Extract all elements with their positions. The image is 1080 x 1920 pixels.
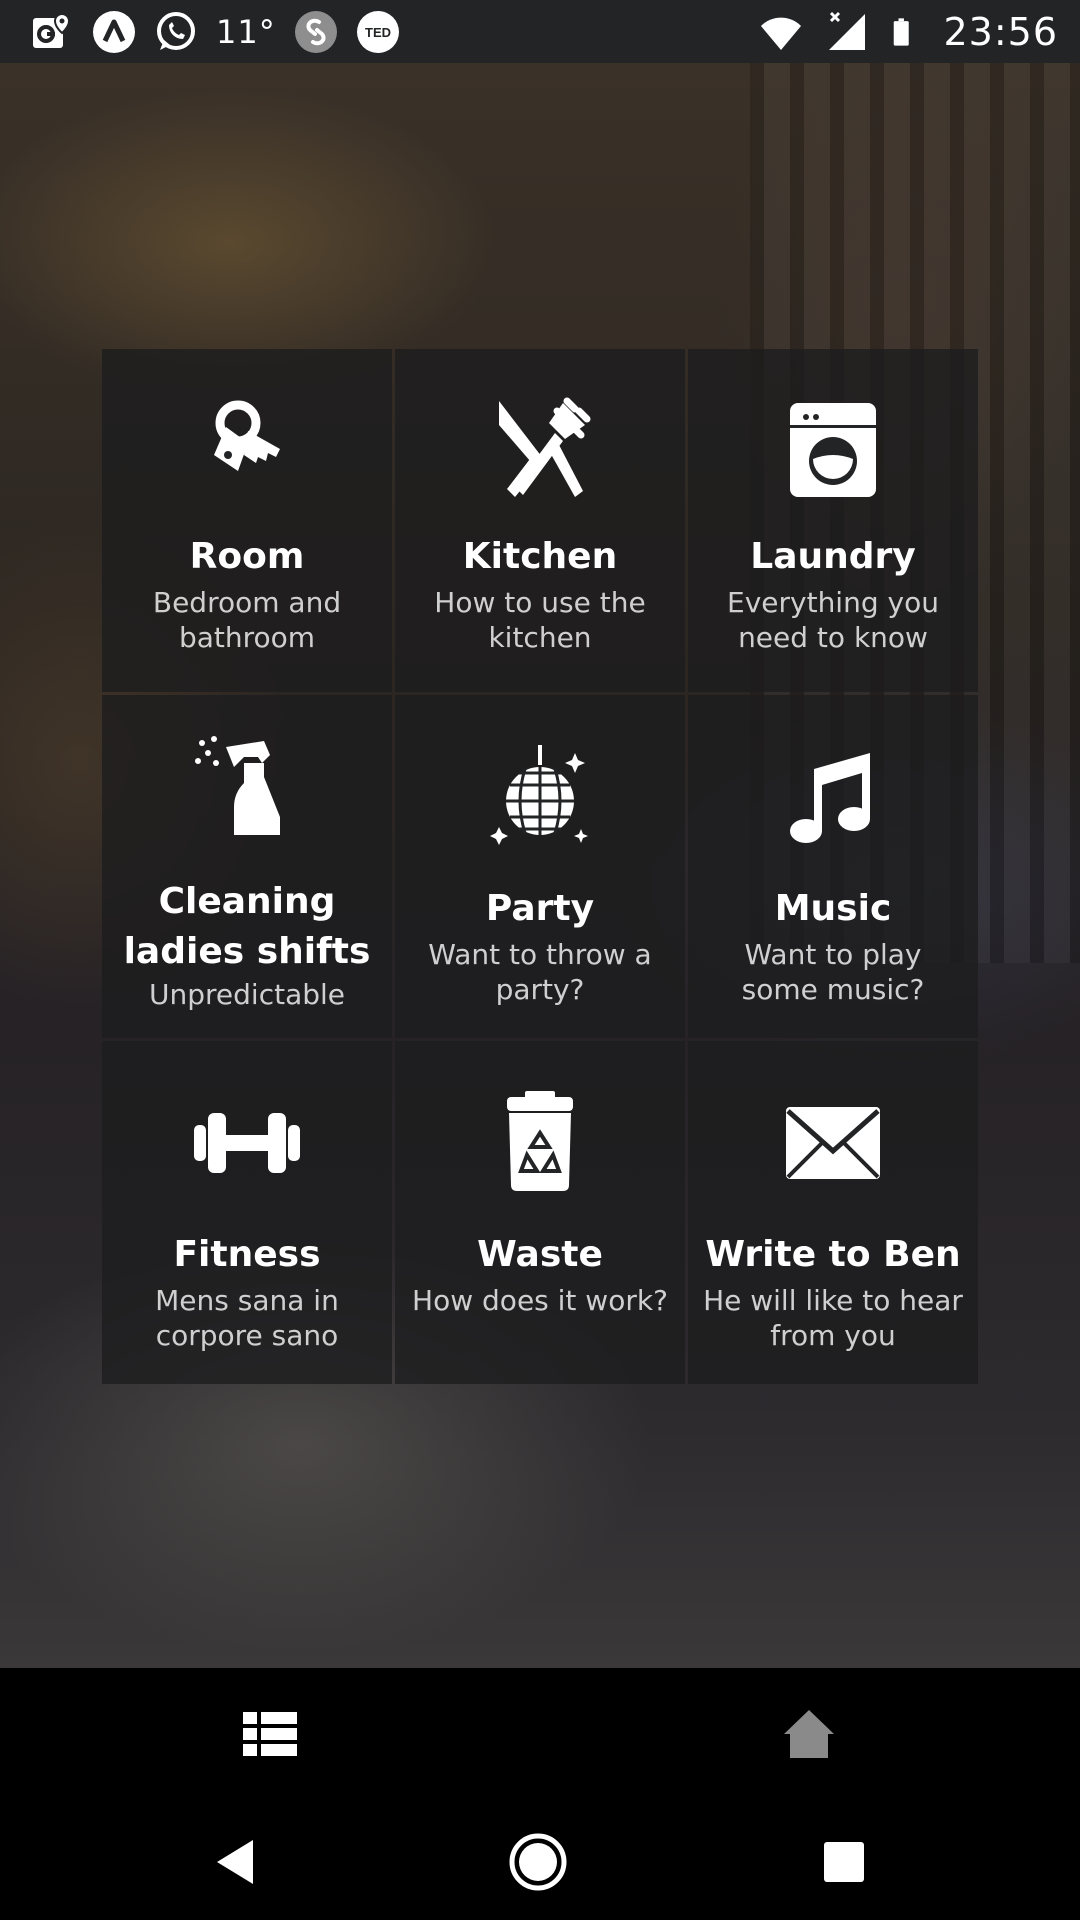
tile-cleaning[interactable]: Cleaning ladies shifts Unpredictable: [102, 695, 392, 1038]
tile-subtitle: He will like to hear from you: [703, 1284, 963, 1352]
ted-icon: TED: [356, 10, 399, 53]
recents-icon[interactable]: [812, 1830, 876, 1894]
washing-machine-icon: [790, 403, 876, 497]
topic-grid: Room Bedroom and bathroom Kitchen How to…: [102, 349, 978, 1384]
status-right: 23:56: [759, 9, 1058, 54]
disco-ball-icon: [490, 745, 588, 845]
wifi-icon: [761, 17, 802, 50]
tile-music[interactable]: Music Want to play some music?: [688, 695, 978, 1038]
temperature-label: 11°: [216, 12, 276, 51]
shazam-icon: [294, 10, 337, 53]
tile-title: Party: [485, 888, 595, 929]
music-note-icon: [790, 753, 870, 843]
tile-title: Write to Ben: [705, 1234, 961, 1275]
envelope-icon: [786, 1107, 880, 1179]
tile-kitchen[interactable]: Kitchen How to use the kitchen: [395, 349, 685, 692]
tile-subtitle: Everything you need to know: [727, 586, 939, 654]
dumbbell-icon: [194, 1113, 300, 1173]
clock: 23:56: [943, 9, 1058, 54]
ted-label: TED: [365, 25, 391, 40]
recycle-bin-icon: [507, 1091, 573, 1191]
home-circle-icon[interactable]: [506, 1830, 570, 1894]
screen: 11° TED 23:56 Room Bedroom and bathroom …: [0, 0, 1080, 1920]
home-icon[interactable]: [774, 1698, 844, 1768]
tile-title: Fitness: [173, 1234, 321, 1275]
tile-subtitle: How to use the kitchen: [434, 586, 646, 654]
tile-subtitle: Bedroom and bathroom: [152, 586, 342, 654]
tile-laundry[interactable]: Laundry Everything you need to know: [688, 349, 978, 692]
status-bar: 11° TED 23:56: [0, 0, 1080, 63]
tile-subtitle: Unpredictable: [149, 978, 345, 1011]
tile-subtitle: Want to play some music?: [741, 938, 925, 1006]
bottom-app-bar: [0, 1668, 1080, 1800]
tile-write-to-ben[interactable]: Write to Ben He will like to hear from y…: [688, 1041, 978, 1384]
tile-fitness[interactable]: Fitness Mens sana in corpore sano: [102, 1041, 392, 1384]
whatsapp-icon: [157, 11, 195, 50]
tile-subtitle: How does it work?: [412, 1284, 668, 1317]
maps-icon: [33, 12, 71, 48]
tile-title: Laundry: [750, 536, 916, 577]
cutlery-icon: [499, 397, 591, 497]
tile-party[interactable]: Party Want to throw a party?: [395, 695, 685, 1038]
battery-icon: [894, 17, 910, 46]
tile-title: Waste: [477, 1234, 603, 1275]
tile-title: Kitchen: [462, 536, 618, 577]
tile-title: Music: [774, 888, 892, 929]
tile-waste[interactable]: Waste How does it work?: [395, 1041, 685, 1384]
tile-title: Room: [189, 536, 305, 577]
tile-subtitle: Want to throw a party?: [428, 938, 652, 1006]
tile-subtitle: Mens sana in corpore sano: [155, 1284, 339, 1352]
list-icon[interactable]: [235, 1698, 305, 1768]
back-icon[interactable]: [205, 1830, 269, 1894]
tile-title: Cleaning ladies shifts: [123, 881, 371, 972]
system-nav-bar: [0, 1800, 1080, 1920]
tile-room[interactable]: Room Bedroom and bathroom: [102, 349, 392, 692]
app-a-icon: [93, 10, 135, 53]
status-left: 11° TED: [30, 9, 400, 54]
spray-bottle-icon: [195, 736, 280, 835]
signal-icon: [829, 11, 866, 50]
keys-icon: [214, 400, 280, 471]
